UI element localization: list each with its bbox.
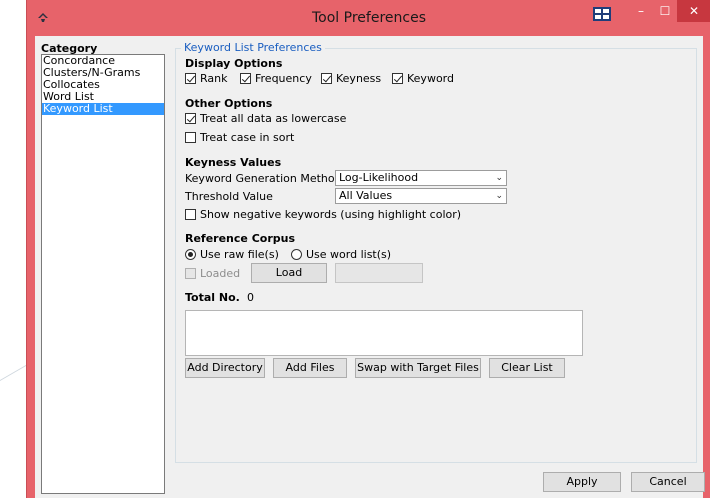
method-label: Keyword Generation Method bbox=[185, 172, 342, 185]
method-select[interactable]: Log-Likelihood ⌄ bbox=[335, 170, 507, 186]
word-list-label: Use word list(s) bbox=[306, 248, 392, 261]
loaded-checkbox: Loaded bbox=[185, 267, 240, 280]
close-button[interactable]: ✕ bbox=[677, 0, 710, 22]
raw-files-radio[interactable]: Use raw file(s) bbox=[185, 248, 279, 261]
keyness-checkbox-box[interactable] bbox=[321, 73, 332, 84]
case-sort-label: Treat case in sort bbox=[200, 131, 295, 144]
reference-corpus-heading: Reference Corpus bbox=[185, 232, 296, 245]
load-status-field bbox=[335, 263, 423, 283]
chevron-down-icon: ⌄ bbox=[495, 191, 503, 201]
lowercase-checkbox[interactable]: Treat all data as lowercase bbox=[185, 112, 346, 125]
rank-label: Rank bbox=[200, 72, 228, 85]
other-options-heading: Other Options bbox=[185, 97, 273, 110]
swap-with-target-button[interactable]: Swap with Target Files bbox=[355, 358, 481, 378]
threshold-label: Threshold Value bbox=[185, 190, 273, 203]
frequency-checkbox[interactable]: Frequency bbox=[240, 72, 312, 85]
lowercase-checkbox-box[interactable] bbox=[185, 113, 196, 124]
rank-checkbox-box[interactable] bbox=[185, 73, 196, 84]
total-value: 0 bbox=[247, 291, 254, 304]
category-list[interactable]: Concordance Clusters/N-Grams Collocates … bbox=[41, 54, 165, 494]
keyness-label: Keyness bbox=[336, 72, 382, 85]
display-options-heading: Display Options bbox=[185, 57, 283, 70]
raw-files-radio-dot[interactable] bbox=[185, 249, 196, 260]
loaded-checkbox-box bbox=[185, 268, 196, 279]
method-select-value: Log-Likelihood bbox=[339, 171, 419, 184]
keyness-values-heading: Keyness Values bbox=[185, 156, 282, 169]
word-list-radio-dot[interactable] bbox=[291, 249, 302, 260]
snap-layout-icon[interactable] bbox=[593, 7, 611, 21]
word-list-radio[interactable]: Use word list(s) bbox=[291, 248, 391, 261]
frequency-label: Frequency bbox=[255, 72, 312, 85]
category-item-keyword-list[interactable]: Keyword List bbox=[42, 103, 164, 115]
threshold-select-value: All Values bbox=[339, 189, 393, 202]
lowercase-label: Treat all data as lowercase bbox=[200, 112, 347, 125]
keyness-checkbox[interactable]: Keyness bbox=[321, 72, 381, 85]
case-sort-checkbox[interactable]: Treat case in sort bbox=[185, 131, 294, 144]
keyword-checkbox-box[interactable] bbox=[392, 73, 403, 84]
keyword-checkbox[interactable]: Keyword bbox=[392, 72, 454, 85]
negative-keywords-label: Show negative keywords (using highlight … bbox=[200, 208, 462, 221]
tool-preferences-window: Tool Preferences – ☐ ✕ Category Concorda… bbox=[26, 0, 710, 498]
apply-button[interactable]: Apply bbox=[543, 472, 621, 492]
dialog-client-area: Category Concordance Clusters/N-Grams Co… bbox=[35, 36, 705, 498]
rank-checkbox[interactable]: Rank bbox=[185, 72, 227, 85]
add-directory-button[interactable]: Add Directory bbox=[185, 358, 265, 378]
negative-keywords-checkbox[interactable]: Show negative keywords (using highlight … bbox=[185, 208, 461, 221]
raw-files-label: Use raw file(s) bbox=[200, 248, 279, 261]
title-bar[interactable]: Tool Preferences – ☐ ✕ bbox=[27, 0, 710, 36]
clear-list-button[interactable]: Clear List bbox=[489, 358, 565, 378]
total-label: Total No. bbox=[185, 291, 240, 304]
threshold-select[interactable]: All Values ⌄ bbox=[335, 188, 507, 204]
group-legend: Keyword List Preferences bbox=[181, 41, 325, 54]
load-button[interactable]: Load bbox=[251, 263, 327, 283]
keyword-label: Keyword bbox=[407, 72, 454, 85]
reference-file-list[interactable] bbox=[185, 310, 583, 356]
maximize-button[interactable]: ☐ bbox=[651, 0, 679, 22]
add-files-button[interactable]: Add Files bbox=[273, 358, 347, 378]
negative-keywords-checkbox-box[interactable] bbox=[185, 209, 196, 220]
cancel-button[interactable]: Cancel bbox=[631, 472, 705, 492]
case-sort-checkbox-box[interactable] bbox=[185, 132, 196, 143]
loaded-label: Loaded bbox=[200, 267, 241, 280]
frequency-checkbox-box[interactable] bbox=[240, 73, 251, 84]
chevron-down-icon: ⌄ bbox=[495, 173, 503, 183]
